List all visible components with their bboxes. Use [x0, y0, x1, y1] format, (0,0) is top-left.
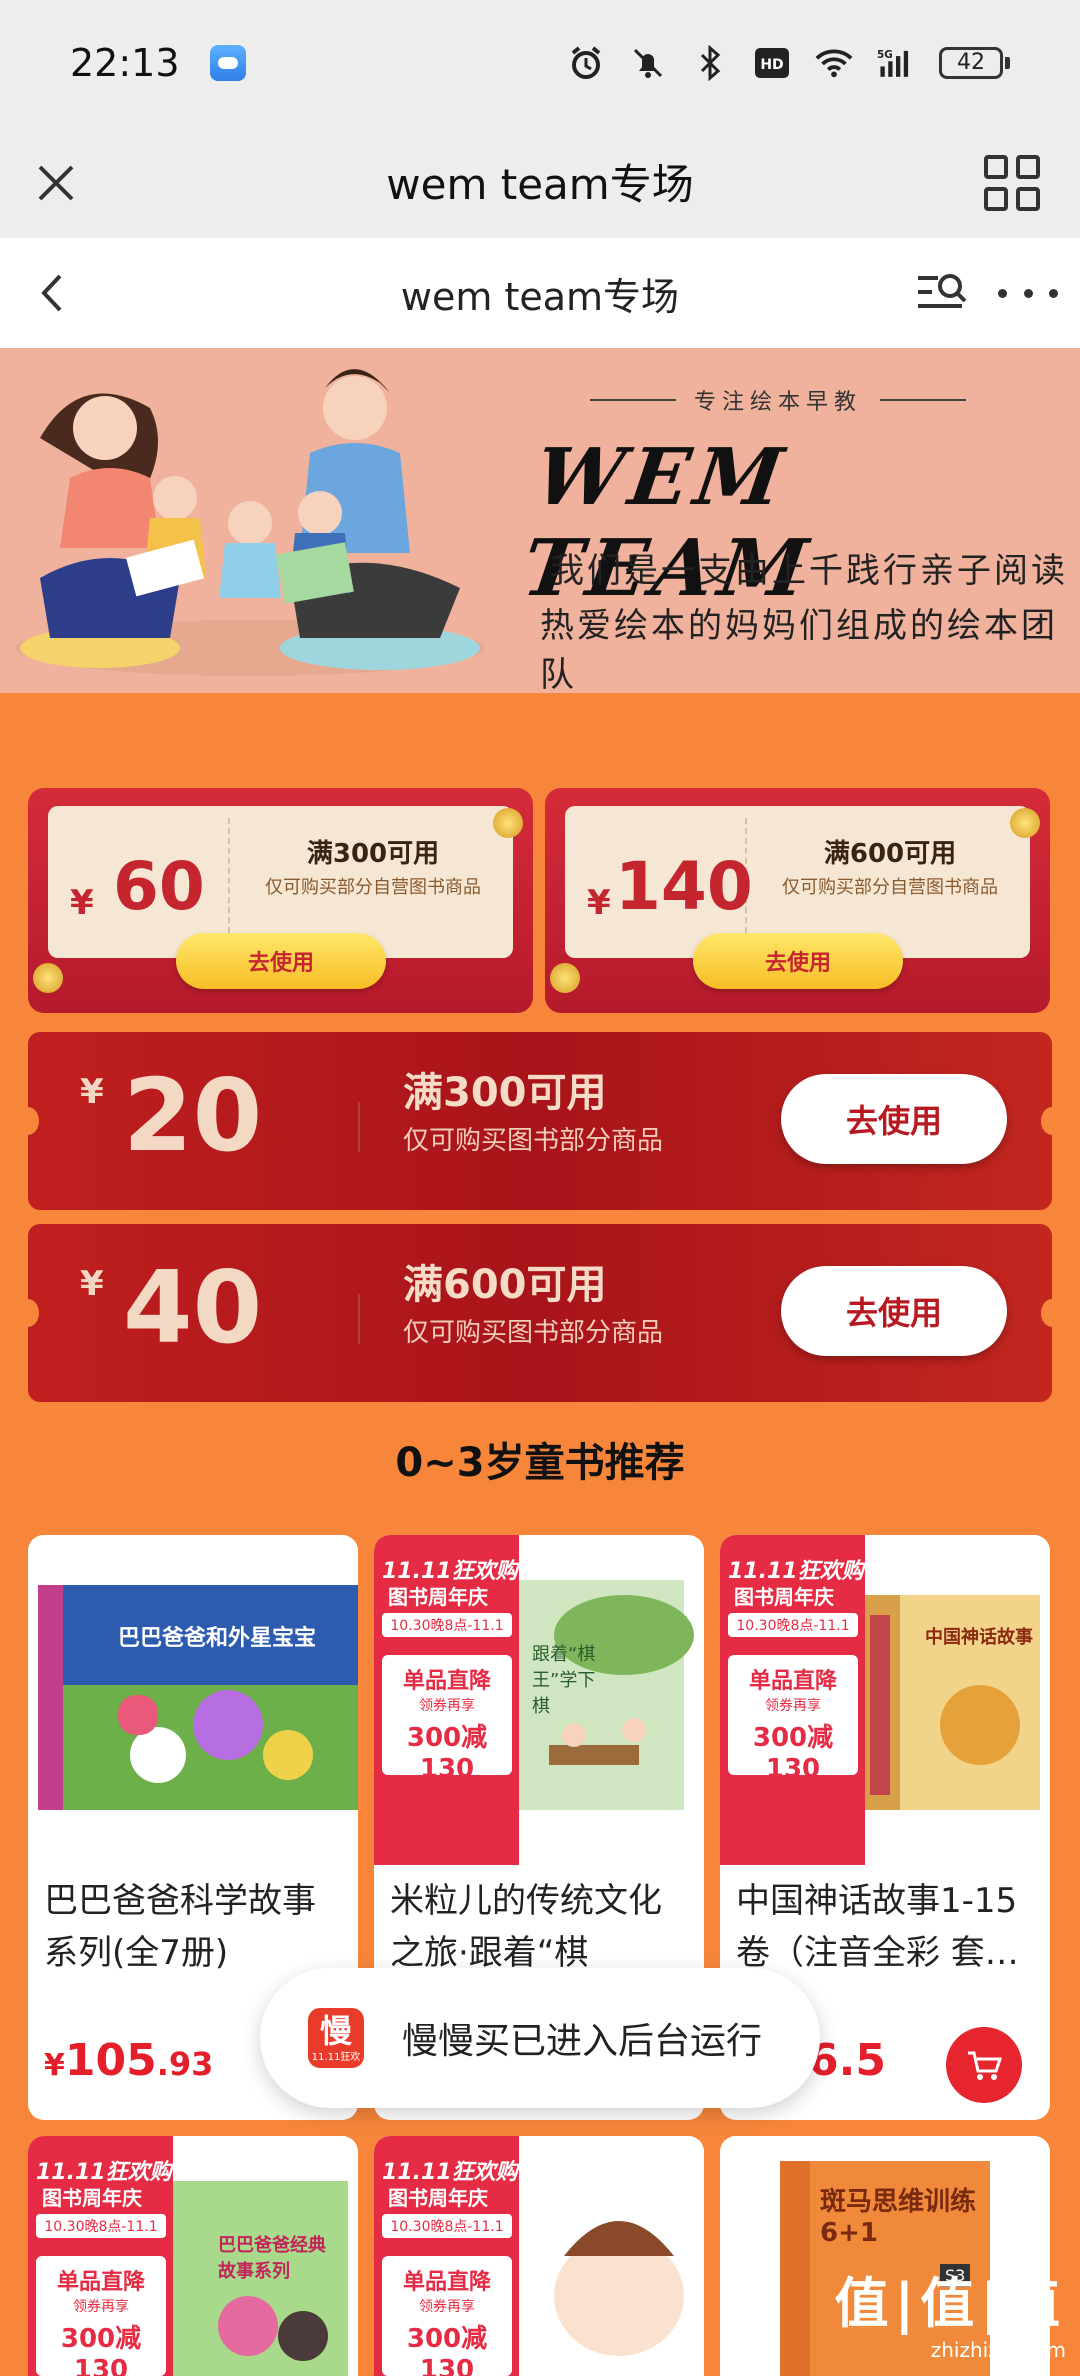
- product-card[interactable]: 11.11狂欢购 图书周年庆 10.30晚8点-11.1 单品直降 领券再享 300…: [374, 2136, 704, 2376]
- coupon-currency: ¥: [70, 883, 94, 923]
- coupon-description: 仅可购买图书部分商品: [403, 1126, 664, 1156]
- product-price: ¥105.93: [44, 2035, 214, 2086]
- coupon-amount: 40: [123, 1249, 263, 1366]
- coupon-amount: 60: [113, 848, 205, 925]
- watermark-logo: 值|值|值: [834, 2272, 1066, 2335]
- banner-intro-line-1: 我们是一支由上千践行亲子阅读: [550, 551, 1068, 591]
- coupon-condition: 满300可用: [403, 1070, 607, 1116]
- cover-title: 中国神话故事: [925, 1627, 1033, 1648]
- signal-5g-icon: 5G: [877, 44, 915, 82]
- nav-bar: wem team专场: [0, 238, 1080, 348]
- cover-title: 巴巴爸爸和外星宝宝: [118, 1626, 317, 1651]
- hd-icon: HD: [753, 44, 791, 82]
- cover-title: 跟着“棋王”学下棋: [532, 1644, 596, 1717]
- use-coupon-button[interactable]: 去使用: [176, 933, 386, 989]
- banner-intro-line-2: 热爱绘本的妈妈们组成的绘本团队: [540, 606, 1058, 693]
- promo-label: 11.11狂欢购 图书周年庆 10.30晚8点-11.1 单品直降 领券再享 300…: [720, 1535, 865, 1865]
- coupon-card-wide: ¥ 40 满600可用 仅可购买图书部分商品 去使用: [28, 1224, 1052, 1402]
- coupon-condition: 满600可用: [403, 1262, 607, 1308]
- more-icon[interactable]: [998, 268, 1058, 318]
- watermark: 值|值|值 zhizhizhi.com: [835, 2259, 1066, 2362]
- promo-label: 11.11狂欢购 图书周年庆 10.30晚8点-11.1 单品直降 领券再享 300…: [28, 2136, 173, 2376]
- coupon-currency: ¥: [587, 883, 611, 923]
- product-image: [28, 1535, 358, 1865]
- cover-title: 斑马思维训练6+1: [820, 2187, 977, 2248]
- coupon-description: 仅可购买部分自营图书商品: [782, 877, 998, 898]
- coupon-amount: 140: [615, 848, 753, 925]
- battery-icon: 42: [939, 46, 1010, 79]
- toast-message: 慢慢买已进入后台运行: [402, 2021, 763, 2062]
- use-coupon-button[interactable]: 去使用: [781, 1266, 1007, 1356]
- mute-icon: [629, 44, 667, 82]
- product-name: 巴巴爸爸科学故事系列(全7册): [44, 1881, 316, 1973]
- cart-icon[interactable]: [946, 2027, 1022, 2103]
- use-coupon-button[interactable]: 去使用: [781, 1074, 1007, 1164]
- banner-tagline-text: 专注绘本早教: [694, 390, 863, 415]
- close-icon[interactable]: [28, 155, 84, 211]
- coupon-currency: ¥: [80, 1072, 104, 1112]
- mini-program-bar: wem team专场: [0, 125, 1080, 238]
- section-title: 0~3岁童书推荐: [395, 1440, 685, 1486]
- wifi-icon: [815, 44, 853, 82]
- coupon-card-wide: ¥ 20 满300可用 仅可购买图书部分商品 去使用: [28, 1032, 1052, 1210]
- coupon-condition: 满300可用: [306, 839, 440, 869]
- app-logo-icon: 慢 11.11狂欢: [308, 2008, 364, 2068]
- family-illustration: [15, 369, 485, 676]
- alarm-icon: [567, 44, 605, 82]
- mini-program-title: wem team专场: [386, 160, 694, 209]
- coupon-card: ¥ 60 满300可用 仅可购买部分自营图书商品 去使用: [28, 788, 533, 1013]
- watermark-url: zhizhizhi.com: [930, 2338, 1066, 2362]
- page-title: wem team专场: [400, 274, 680, 319]
- brand-banner: 专注绘本早教 WEM TEAM 我们是一支由上千践行亲子阅读 热爱绘本的妈妈们组…: [0, 348, 1080, 693]
- coupon-description: 仅可购买部分自营图书商品: [265, 877, 481, 898]
- back-icon[interactable]: [30, 268, 80, 318]
- coupon-card: ¥ 140 满600可用 仅可购买部分自营图书商品 去使用: [545, 788, 1050, 1013]
- status-icons: HD 5G 42: [567, 44, 1010, 82]
- status-bar: 22:13 HD 5G 42: [0, 0, 1080, 125]
- product-name: 米粒儿的传统文化之旅·跟着“棋王”学…: [390, 1881, 662, 1973]
- banner-tagline: 专注绘本早教: [590, 384, 967, 416]
- coupon-currency: ¥: [80, 1264, 104, 1304]
- background-running-toast: 慢 11.11狂欢 慢慢买已进入后台运行: [260, 1968, 820, 2108]
- use-coupon-button[interactable]: 去使用: [693, 933, 903, 989]
- svg-text:5G: 5G: [877, 48, 893, 60]
- battery-level: 42: [939, 46, 1003, 79]
- grid-menu-icon[interactable]: [984, 155, 1040, 211]
- coupon-amount: 20: [123, 1057, 263, 1174]
- promo-label: 11.11狂欢购 图书周年庆 10.30晚8点-11.1 单品直降 领券再享 300…: [374, 2136, 519, 2376]
- bluetooth-icon: [691, 44, 729, 82]
- status-time: 22:13: [70, 40, 180, 85]
- product-card[interactable]: 11.11狂欢购 图书周年庆 10.30晚8点-11.1 单品直降 领券再享 300…: [28, 2136, 358, 2376]
- promo-label: 11.11狂欢购 图书周年庆 10.30晚8点-11.1 单品直降 领券再享 300…: [374, 1535, 519, 1865]
- coupon-condition: 满600可用: [823, 839, 957, 869]
- search-list-icon[interactable]: [914, 268, 970, 318]
- cover-title: 巴巴爸爸经典故事系列: [218, 2235, 326, 2282]
- coupon-description: 仅可购买图书部分商品: [403, 1318, 664, 1348]
- weather-icon: [209, 44, 246, 81]
- product-name: 中国神话故事1-15卷（注音全彩 套…: [736, 1881, 1019, 1973]
- svg-text:HD: HD: [760, 57, 783, 73]
